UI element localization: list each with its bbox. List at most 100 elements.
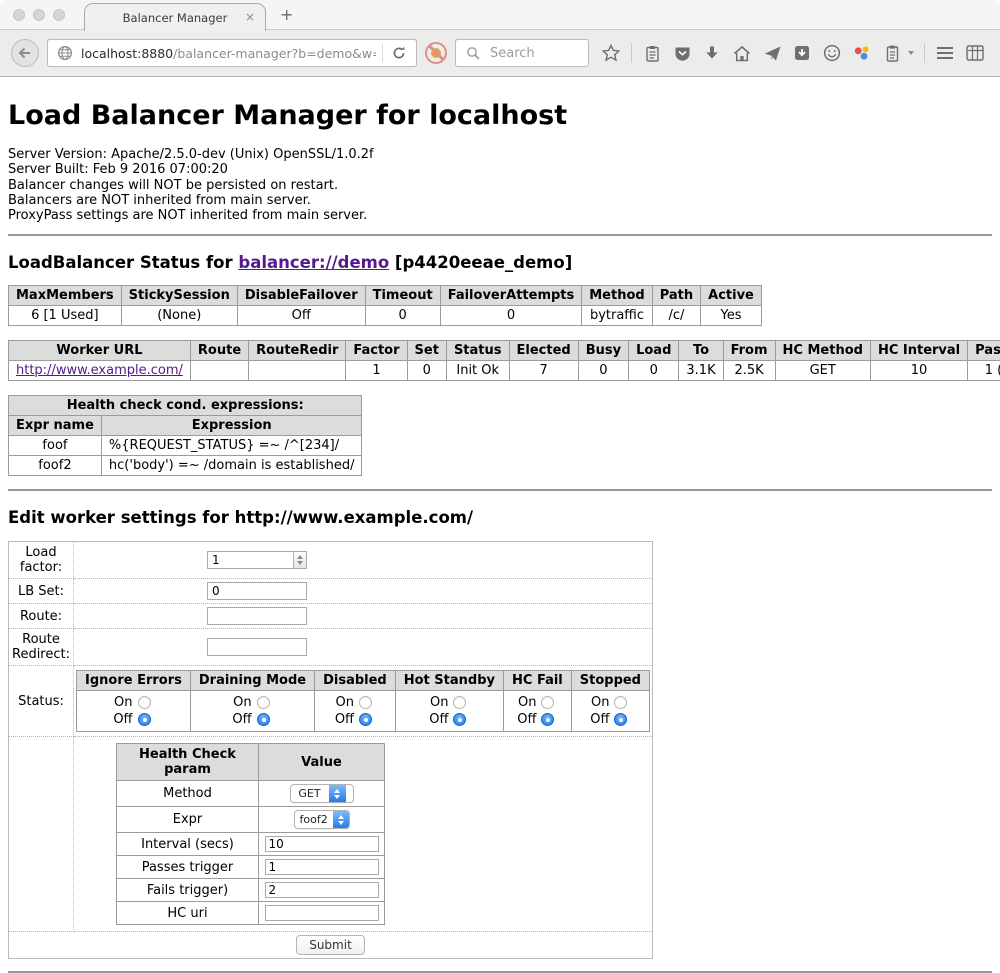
passes-row: Passes trigger (117, 856, 385, 879)
save-square-icon[interactable] (792, 43, 812, 63)
url-input[interactable]: localhost:8880/balancer-manager?b=demo&w… (81, 46, 376, 61)
tab-grid-icon[interactable] (965, 43, 985, 63)
table-header-row: Health Check param Value (117, 744, 385, 781)
number-spinner-icon[interactable] (293, 552, 306, 568)
back-button[interactable] (11, 39, 39, 67)
menu-hamburger-icon[interactable] (935, 43, 955, 63)
fails-input[interactable] (265, 882, 379, 898)
clipboard-icon[interactable] (642, 43, 662, 63)
form-row-load-factor: Load factor: (9, 542, 653, 579)
persist-notice-line: Balancer changes will NOT be persisted o… (8, 178, 992, 193)
reload-icon[interactable] (389, 43, 409, 63)
ignore-errors-on-radio[interactable] (138, 696, 151, 709)
cell-factor: 1 (346, 361, 407, 381)
column-header: Method (582, 286, 652, 306)
column-header: Worker URL (9, 341, 191, 361)
minimize-window-button[interactable] (33, 9, 45, 21)
draining-mode-off-radio[interactable] (257, 713, 270, 726)
colored-dots-extension-icon[interactable] (852, 43, 872, 63)
off-label: Off (429, 712, 448, 727)
cell-active: Yes (701, 306, 762, 326)
column-header: HC Interval (870, 341, 967, 361)
lb-set-input[interactable] (207, 582, 307, 600)
disabled-off-radio[interactable] (359, 713, 372, 726)
form-row-lb-set: LB Set: (9, 579, 653, 604)
table-header-row: MaxMembers StickySession DisableFailover… (9, 286, 762, 306)
hot-standby-off-radio[interactable] (453, 713, 466, 726)
hc-uri-row: HC uri (117, 902, 385, 925)
search-input[interactable] (488, 45, 578, 62)
column-header: Ignore Errors (77, 671, 191, 691)
health-check-expressions-table: Health check cond. expressions: Expr nam… (8, 395, 362, 476)
edit-worker-form: Load factor: LB Set: Route: Route Redire… (8, 541, 653, 959)
load-factor-input[interactable] (207, 551, 307, 569)
status-label: Status: (9, 666, 74, 737)
select-arrows-icon (333, 811, 349, 828)
search-bar[interactable] (455, 39, 589, 67)
fails-row: Fails trigger) (117, 879, 385, 902)
route-redirect-label: Route Redirect: (9, 629, 74, 666)
zoom-window-button[interactable] (53, 9, 65, 21)
column-header: Expression (101, 416, 362, 436)
interval-row: Interval (secs) (117, 833, 385, 856)
expr-name: foof2 (9, 456, 102, 476)
url-bar[interactable]: localhost:8880/balancer-manager?b=demo&w… (47, 39, 417, 67)
smiley-icon[interactable] (822, 43, 842, 63)
draining-mode-on-radio[interactable] (257, 696, 270, 709)
edit-worker-heading: Edit worker settings for http://www.exam… (8, 508, 992, 527)
search-icon (463, 43, 483, 63)
inherit-notice-line: Balancers are NOT inherited from main se… (8, 193, 992, 208)
bookmark-star-icon[interactable] (601, 43, 621, 63)
column-header: Disabled (315, 671, 396, 691)
browser-tab[interactable]: Balancer Manager × (84, 3, 266, 31)
notes-extension-icon[interactable] (882, 43, 902, 63)
passes-input[interactable] (265, 859, 379, 875)
cell-disablefailover: Off (237, 306, 365, 326)
on-label: On (429, 695, 448, 710)
form-row-route: Route: (9, 604, 653, 629)
balancer-demo-link[interactable]: balancer://demo (238, 253, 389, 272)
column-header: Set (407, 341, 446, 361)
hc-fail-on-radio[interactable] (541, 696, 554, 709)
urlbar-divider (382, 44, 383, 62)
stopped-on-radio[interactable] (614, 696, 627, 709)
submit-button[interactable]: Submit (296, 935, 365, 955)
hot-standby-on-radio[interactable] (453, 696, 466, 709)
route-label: Route: (9, 604, 74, 629)
send-plane-icon[interactable] (762, 43, 782, 63)
content-blocker-icon[interactable] (425, 42, 447, 64)
disabled-on-radio[interactable] (359, 696, 372, 709)
close-window-button[interactable] (13, 9, 25, 21)
expressions-table-title: Health check cond. expressions: (9, 396, 362, 416)
interval-input[interactable] (265, 836, 379, 852)
column-header: StickySession (121, 286, 237, 306)
server-info: Server Version: Apache/2.5.0-dev (Unix) … (8, 147, 992, 223)
radio-row: On Off On Off On Off On (77, 691, 650, 732)
selected-method: GET (291, 785, 329, 802)
stopped-off-radio[interactable] (614, 713, 627, 726)
hc-fail-off-radio[interactable] (541, 713, 554, 726)
expr-select[interactable]: foof2 (294, 810, 350, 829)
route-input[interactable] (207, 607, 307, 625)
url-path: /balancer-manager?b=demo&w=http://www.ex… (173, 46, 376, 61)
method-select[interactable]: GET (290, 784, 354, 803)
worker-row: http://www.example.com/ 1 0 Init Ok 7 0 … (9, 361, 1000, 381)
pocket-icon[interactable] (672, 43, 692, 63)
toolbar-divider (631, 43, 632, 63)
hc-uri-input[interactable] (265, 905, 379, 921)
worker-url-link[interactable]: http://www.example.com/ (16, 363, 183, 378)
globe-icon (55, 43, 75, 63)
download-icon[interactable] (702, 43, 722, 63)
new-tab-button[interactable]: + (280, 5, 293, 24)
tab-close-icon[interactable]: × (245, 10, 255, 24)
form-row-health-check: Health Check param Value Method GET (9, 737, 653, 932)
chevron-down-icon[interactable] (908, 51, 914, 55)
off-label: Off (232, 712, 251, 727)
expr-value: %{REQUEST_STATUS} =~ /^[234]/ (101, 436, 362, 456)
home-icon[interactable] (732, 43, 752, 63)
cell-stickysession: (None) (121, 306, 237, 326)
ignore-errors-off-radio[interactable] (138, 713, 151, 726)
cell-set: 0 (407, 361, 446, 381)
route-redirect-input[interactable] (207, 638, 307, 656)
column-header: From (723, 341, 775, 361)
